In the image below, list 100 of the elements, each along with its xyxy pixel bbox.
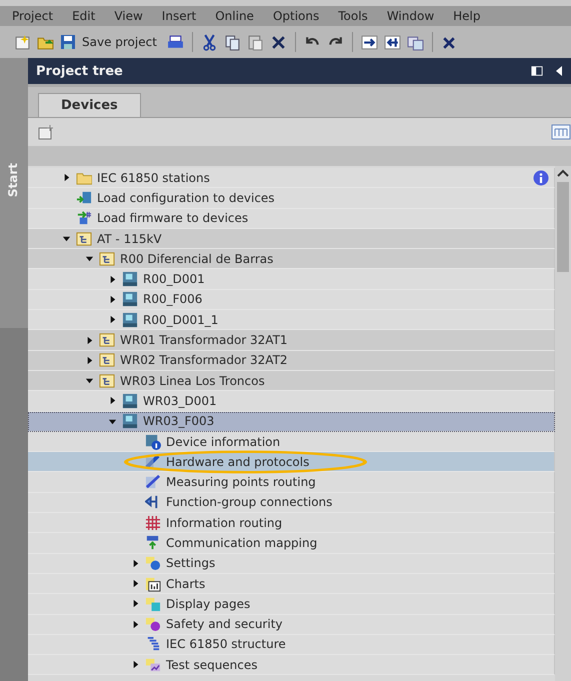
collapse-arrow-icon[interactable] — [108, 315, 117, 324]
menu-item[interactable]: Project — [12, 9, 54, 23]
test-icon — [145, 656, 161, 673]
tree-item[interactable]: R00 Diferencial de Barras — [28, 249, 555, 270]
tree-item-label: Device information — [166, 434, 280, 448]
group-folder-icon — [99, 332, 115, 348]
delete-icon[interactable] — [270, 34, 287, 50]
tree-item-label: WR03 Linea Los Troncos — [120, 374, 265, 388]
scroll-up-icon[interactable] — [557, 168, 569, 178]
tree-item-label: Function-group connections — [166, 495, 332, 510]
menu-item[interactable]: Online — [215, 9, 254, 23]
menu-item[interactable]: Edit — [72, 9, 96, 23]
tree-item[interactable]: Measuring points routing — [28, 472, 555, 493]
devices-icon[interactable] — [406, 34, 424, 50]
panel-title: Project tree — [36, 64, 123, 78]
scissors-icon[interactable] — [200, 34, 218, 50]
collapse-arrow-icon[interactable] — [62, 173, 71, 182]
tree-item[interactable]: WR03_F003 — [28, 412, 555, 432]
printer-icon[interactable] — [166, 34, 184, 50]
pencil-icon — [145, 454, 161, 470]
tree-item-label: WR03_F003 — [143, 414, 214, 428]
collapse-arrow-icon[interactable] — [131, 599, 140, 608]
devices-tab[interactable]: Devices — [38, 93, 141, 117]
arrow-left-icon[interactable] — [384, 34, 401, 50]
tree-item-label: Settings — [166, 556, 216, 570]
tree-item[interactable]: WR02 Transformador 32AT2 — [28, 350, 555, 371]
tree-item-label: R00_D001 — [143, 272, 205, 286]
tree-item[interactable]: IEC 61850 stations — [28, 168, 555, 188]
group-folder-icon — [99, 372, 115, 389]
tree-item[interactable]: Test sequences — [28, 655, 555, 676]
tree-item[interactable]: Charts — [28, 574, 555, 594]
collapse-arrow-icon[interactable] — [108, 274, 117, 284]
tree-item-label: Communication mapping — [166, 536, 318, 550]
info-icon — [145, 434, 161, 450]
tree-item[interactable]: IEC 61850 structure — [28, 634, 555, 656]
collapse-arrow-icon[interactable] — [108, 294, 117, 304]
menu-item[interactable]: Options — [272, 9, 320, 23]
save-project-button[interactable]: Save project — [60, 34, 161, 50]
expand-arrow-icon[interactable] — [85, 376, 94, 386]
collapse-arrow-icon[interactable] — [131, 620, 140, 629]
collapse-arrow-icon[interactable] — [85, 356, 94, 365]
tree-item[interactable]: Settings — [28, 554, 555, 574]
tree-item[interactable]: Information routing — [28, 513, 555, 534]
arrow-right-icon[interactable] — [360, 34, 378, 50]
expand-arrow-icon[interactable] — [85, 254, 94, 264]
menu-item[interactable]: Help — [453, 9, 480, 23]
device-icon — [122, 271, 138, 288]
settings-icon — [145, 555, 161, 572]
grid-icon — [145, 514, 161, 531]
expand-arrow-icon[interactable] — [62, 234, 71, 244]
tree-item-label: Display pages — [166, 596, 250, 611]
tree-item[interactable]: R00_D001 — [28, 269, 555, 290]
tree-item[interactable]: WR03_D001 — [28, 391, 555, 412]
info-icon[interactable] — [533, 170, 549, 186]
add-device-icon[interactable] — [38, 124, 54, 140]
copy-icon[interactable] — [224, 34, 241, 50]
collapse-arrow-icon[interactable] — [131, 579, 140, 588]
tree-item[interactable]: WR01 Transformador 32AT1 — [28, 330, 555, 351]
charts-icon — [145, 576, 161, 592]
paste-icon[interactable] — [246, 34, 264, 50]
tree-item[interactable]: Load firmware to devices — [28, 208, 555, 229]
collapse-arrow-icon[interactable] — [131, 558, 140, 568]
display-icon — [145, 596, 161, 612]
tree-item[interactable]: AT - 115kV — [28, 228, 555, 250]
tree-item[interactable]: R00_F006 — [28, 290, 555, 310]
tree-item[interactable]: Device information — [28, 432, 555, 452]
device-icon — [122, 392, 138, 409]
tree-item[interactable]: Load configuration to devices — [28, 188, 555, 209]
download-icon — [76, 190, 92, 206]
tree-item-label: Hardware and protocols — [166, 454, 310, 469]
expand-arrow-icon[interactable] — [108, 416, 117, 426]
tree-item[interactable]: Safety and security — [28, 614, 555, 635]
tree-item[interactable]: R00_D001_1 — [28, 310, 555, 330]
collapse-arrow-icon[interactable] — [131, 660, 140, 670]
menu-item[interactable]: Insert — [162, 9, 196, 23]
tree-item[interactable]: Communication mapping — [28, 533, 555, 554]
menu-item[interactable]: Tools — [338, 9, 368, 23]
group-folder-icon — [76, 230, 92, 247]
scroll-thumb[interactable] — [557, 182, 569, 272]
firmware-icon — [76, 210, 92, 226]
new-project-icon[interactable] — [14, 34, 31, 50]
tree-item-label: R00_D001_1 — [143, 312, 218, 327]
menu-item[interactable]: Window — [386, 9, 434, 23]
tree-item[interactable]: Function-group connections — [28, 492, 555, 514]
collapse-arrow-icon[interactable] — [85, 336, 94, 345]
tree-item[interactable]: WR03 Linea Los Troncos — [28, 370, 555, 392]
layout-icon[interactable] — [531, 65, 543, 77]
menu-item[interactable]: View — [114, 9, 143, 23]
view-toggle-icon[interactable] — [551, 124, 571, 140]
tree-item-label: IEC 61850 structure — [166, 637, 286, 652]
safety-icon — [145, 616, 161, 632]
tree-item-label: WR03_D001 — [143, 394, 217, 408]
structure-icon — [145, 636, 161, 652]
tree-item[interactable]: Hardware and protocols — [28, 452, 555, 472]
collapse-arrow-icon[interactable] — [108, 396, 117, 406]
tree-item[interactable]: Display pages — [28, 594, 555, 615]
chart-line-icon — [145, 474, 161, 490]
group-folder-icon — [99, 250, 115, 267]
tree-item-label: Measuring points routing — [166, 475, 316, 490]
tree-item-label: Load configuration to devices — [97, 190, 275, 205]
